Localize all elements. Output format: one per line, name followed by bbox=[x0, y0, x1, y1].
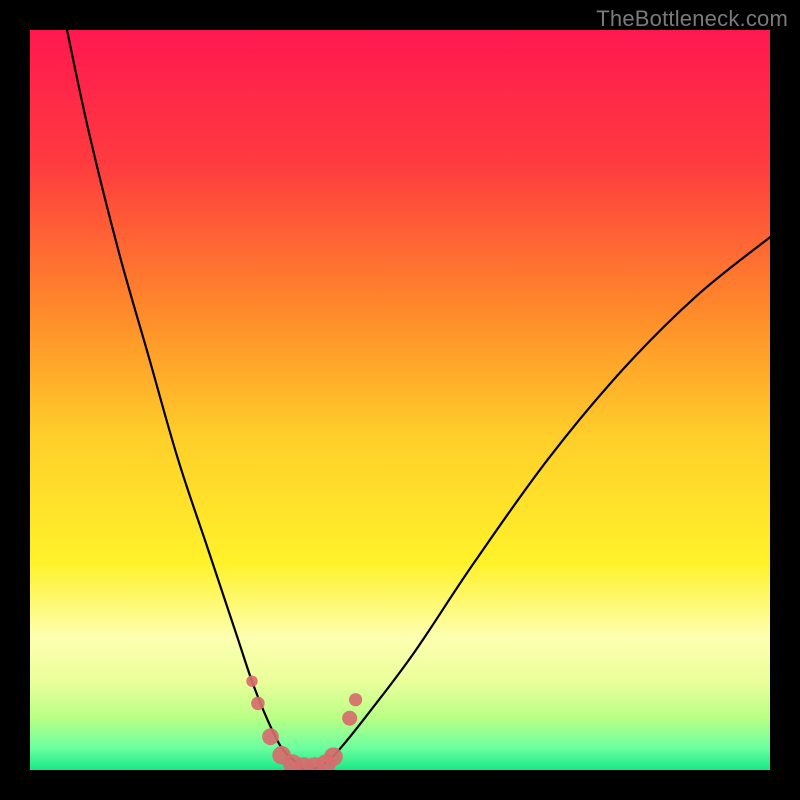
gradient-background bbox=[30, 30, 770, 770]
marker-dot bbox=[342, 711, 357, 726]
marker-dot bbox=[246, 675, 257, 686]
plot-svg bbox=[30, 30, 770, 770]
marker-dot bbox=[262, 728, 279, 745]
plot-area bbox=[30, 30, 770, 770]
marker-dot bbox=[349, 693, 362, 706]
marker-dot bbox=[251, 697, 265, 711]
chart-frame: TheBottleneck.com bbox=[0, 0, 800, 800]
watermark-text: TheBottleneck.com bbox=[596, 6, 788, 32]
marker-dot bbox=[324, 747, 343, 766]
